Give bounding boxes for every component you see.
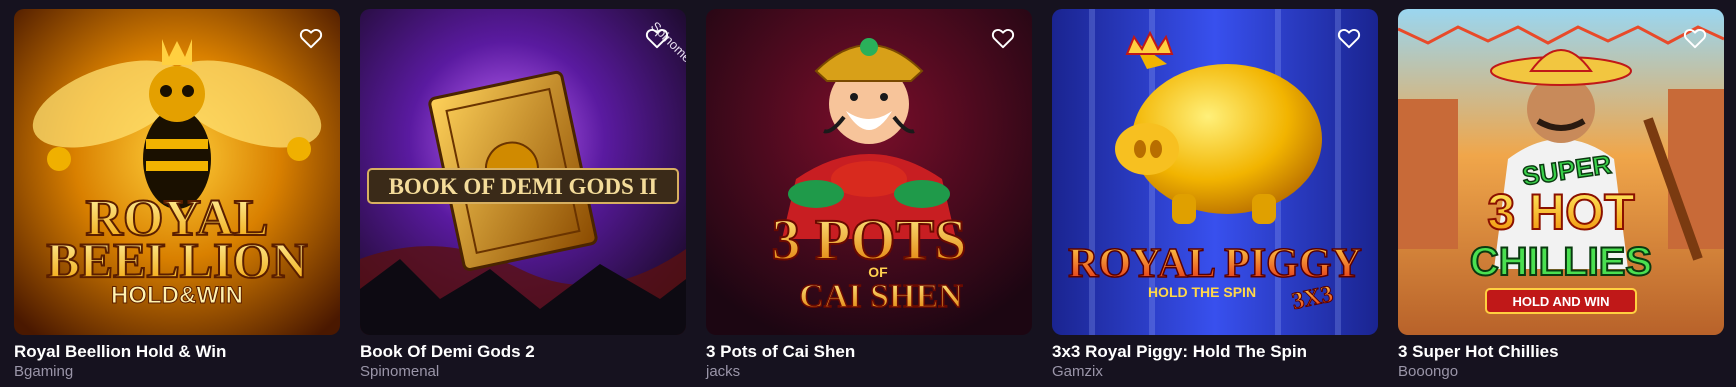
- game-provider: Spinomenal: [360, 363, 440, 380]
- book-of-demi-gods-artwork: [360, 9, 686, 335]
- heart-outline-icon: [991, 28, 1015, 49]
- favorite-button[interactable]: [294, 21, 328, 55]
- game-provider: Booongo: [1398, 363, 1459, 380]
- game-thumbnail[interactable]: ROYAL BEELLION HOLD&WIN: [14, 9, 340, 335]
- game-card[interactable]: BOOK OF DEMI GODS II Spinomenal Book Of …: [360, 9, 686, 381]
- game-card[interactable]: ROYAL PIGGY HOLD THE SPIN 3X3 3x3 Royal …: [1052, 9, 1378, 381]
- heart-outline-icon: [1683, 28, 1707, 49]
- cai-shen-artwork: [706, 9, 1032, 335]
- game-title[interactable]: Book Of Demi Gods 2: [360, 342, 686, 362]
- game-thumbnail[interactable]: BOOK OF DEMI GODS II Spinomenal: [360, 9, 686, 335]
- game-thumbnail[interactable]: ROYAL PIGGY HOLD THE SPIN 3X3: [1052, 9, 1378, 335]
- favorite-button[interactable]: [986, 21, 1020, 55]
- heart-outline-icon: [299, 28, 323, 49]
- game-title[interactable]: 3 Super Hot Chillies: [1398, 342, 1724, 362]
- super-hot-chillies-artwork: [1398, 9, 1724, 335]
- game-grid: ROYAL BEELLION HOLD&WIN Royal Beellion H…: [14, 9, 1724, 381]
- game-provider: Bgaming: [14, 363, 74, 380]
- heart-outline-icon: [1337, 28, 1361, 49]
- game-title[interactable]: Royal Beellion Hold & Win: [14, 342, 340, 362]
- favorite-button[interactable]: [1332, 21, 1366, 55]
- game-provider: Gamzix: [1052, 363, 1103, 380]
- royal-beellion-artwork: [14, 9, 340, 335]
- royal-piggy-artwork: [1052, 9, 1378, 335]
- favorite-button[interactable]: [1678, 21, 1712, 55]
- game-title[interactable]: 3 Pots of Cai Shen: [706, 342, 1032, 362]
- game-title[interactable]: 3x3 Royal Piggy: Hold The Spin: [1052, 342, 1378, 362]
- heart-outline-icon: [645, 28, 669, 49]
- game-provider: jacks: [706, 363, 741, 380]
- game-thumbnail[interactable]: 3 POTS OF CAI SHEN: [706, 9, 1032, 335]
- favorite-button[interactable]: [640, 21, 674, 55]
- game-thumbnail[interactable]: SUPER 3 HOT CHILLIES HOLD AND WIN: [1398, 9, 1724, 335]
- game-card[interactable]: SUPER 3 HOT CHILLIES HOLD AND WIN 3 Supe…: [1398, 9, 1724, 381]
- game-card[interactable]: ROYAL BEELLION HOLD&WIN Royal Beellion H…: [14, 9, 340, 381]
- game-card[interactable]: 3 POTS OF CAI SHEN 3 Pots of Cai Shen ja…: [706, 9, 1032, 381]
